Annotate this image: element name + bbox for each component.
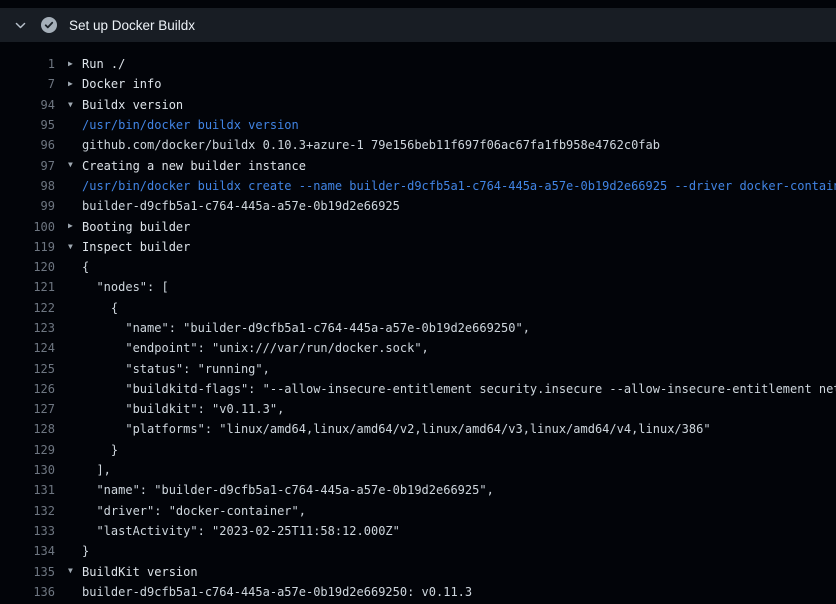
log-text[interactable]: Creating a new builder instance xyxy=(82,159,306,173)
log-line: 120 { xyxy=(0,257,836,277)
log-text: builder-d9cfb5a1-c764-445a-a57e-0b19d2e6… xyxy=(82,585,472,599)
actions-log-page: { "header": { "title": "Set up Docker Bu… xyxy=(0,8,836,604)
log-line: 130 ], xyxy=(0,460,836,480)
line-number[interactable]: 119 xyxy=(0,240,55,254)
log-text: "platforms": "linux/amd64,linux/amd64/v2… xyxy=(82,422,711,436)
log-text: "name": "builder-d9cfb5a1-c764-445a-a57e… xyxy=(82,483,494,497)
line-number[interactable]: 97 xyxy=(0,159,55,173)
log-text: github.com/docker/buildx 0.10.3+azure-1 … xyxy=(82,138,660,152)
step-title: Set up Docker Buildx xyxy=(69,18,195,33)
line-number[interactable]: 94 xyxy=(0,98,55,112)
line-number[interactable]: 129 xyxy=(0,443,55,457)
log-text: "buildkit": "v0.11.3", xyxy=(82,402,284,416)
log-line[interactable]: 135 ▼ BuildKit version xyxy=(0,561,836,581)
log-text[interactable]: Inspect builder xyxy=(82,240,190,254)
log-line: 129 } xyxy=(0,440,836,460)
chevron-down-icon[interactable] xyxy=(14,19,27,32)
line-number[interactable]: 131 xyxy=(0,483,55,497)
log-line[interactable]: 119 ▼ Inspect builder xyxy=(0,237,836,257)
log-text: "lastActivity": "2023-02-25T11:58:12.000… xyxy=(82,524,400,538)
log-text: } xyxy=(82,544,89,558)
log-text: /usr/bin/docker buildx version xyxy=(82,118,299,132)
line-number[interactable]: 133 xyxy=(0,524,55,538)
log-text: builder-d9cfb5a1-c764-445a-a57e-0b19d2e6… xyxy=(82,199,400,213)
log-text[interactable]: BuildKit version xyxy=(82,565,198,579)
expanded-group-marker-icon[interactable]: ▼ xyxy=(55,95,82,115)
line-number[interactable]: 100 xyxy=(0,220,55,234)
log-line: 125 "status": "running", xyxy=(0,358,836,378)
line-number[interactable]: 128 xyxy=(0,422,55,436)
collapsed-group-marker-icon[interactable]: ▶ xyxy=(55,216,82,236)
collapsed-group-marker-icon[interactable]: ▶ xyxy=(55,74,82,94)
line-number[interactable]: 95 xyxy=(0,118,55,132)
log-line: 128 "platforms": "linux/amd64,linux/amd6… xyxy=(0,419,836,439)
log-line: 133 "lastActivity": "2023-02-25T11:58:12… xyxy=(0,521,836,541)
line-number[interactable]: 1 xyxy=(0,57,55,71)
log-line[interactable]: 97 ▼ Creating a new builder instance xyxy=(0,155,836,175)
line-number[interactable]: 96 xyxy=(0,138,55,152)
line-number[interactable]: 123 xyxy=(0,321,55,335)
log-text[interactable]: Booting builder xyxy=(82,220,190,234)
line-number[interactable]: 7 xyxy=(0,77,55,91)
log-line: 134 } xyxy=(0,541,836,561)
log-line: 122 { xyxy=(0,298,836,318)
log-line: 126 "buildkitd-flags": "--allow-insecure… xyxy=(0,379,836,399)
log-text[interactable]: Run ./ xyxy=(82,57,125,71)
log-text: "nodes": [ xyxy=(82,280,169,294)
log-text: "buildkitd-flags": "--allow-insecure-ent… xyxy=(82,382,836,396)
log-line: 132 "driver": "docker-container", xyxy=(0,501,836,521)
line-number[interactable]: 132 xyxy=(0,504,55,518)
expanded-group-marker-icon[interactable]: ▼ xyxy=(55,561,82,581)
log-line: 96 github.com/docker/buildx 0.10.3+azure… xyxy=(0,135,836,155)
log-text: "endpoint": "unix:///var/run/docker.sock… xyxy=(82,341,429,355)
log-line: 99 builder-d9cfb5a1-c764-445a-a57e-0b19d… xyxy=(0,196,836,216)
log-line[interactable]: 1 ▶ Run ./ xyxy=(0,54,836,74)
log-line: 136 builder-d9cfb5a1-c764-445a-a57e-0b19… xyxy=(0,582,836,602)
step-header-set-up-docker-buildx[interactable]: Set up Docker Buildx xyxy=(0,8,836,42)
log-text[interactable]: Buildx version xyxy=(82,98,183,112)
log-line: 121 "nodes": [ xyxy=(0,277,836,297)
log-line: 98 /usr/bin/docker buildx create --name … xyxy=(0,176,836,196)
log-text: /usr/bin/docker buildx create --name bui… xyxy=(82,179,836,193)
line-number[interactable]: 130 xyxy=(0,463,55,477)
log-text: "status": "running", xyxy=(82,362,270,376)
expanded-group-marker-icon[interactable]: ▼ xyxy=(55,237,82,257)
log-text: } xyxy=(82,443,118,457)
line-number[interactable]: 122 xyxy=(0,301,55,315)
log-line: 95 /usr/bin/docker buildx version xyxy=(0,115,836,135)
log-text: ], xyxy=(82,463,111,477)
line-number[interactable]: 99 xyxy=(0,199,55,213)
log-text[interactable]: Docker info xyxy=(82,77,161,91)
log-text: "driver": "docker-container", xyxy=(82,504,306,518)
log-line: 127 "buildkit": "v0.11.3", xyxy=(0,399,836,419)
log-line[interactable]: 100 ▶ Booting builder xyxy=(0,216,836,236)
log-text: { xyxy=(82,301,118,315)
collapsed-group-marker-icon[interactable]: ▶ xyxy=(55,54,82,74)
log-line: 123 "name": "builder-d9cfb5a1-c764-445a-… xyxy=(0,318,836,338)
line-number[interactable]: 135 xyxy=(0,565,55,579)
line-number[interactable]: 127 xyxy=(0,402,55,416)
check-circle-icon xyxy=(41,17,57,33)
expanded-group-marker-icon[interactable]: ▼ xyxy=(55,155,82,175)
line-number[interactable]: 121 xyxy=(0,280,55,294)
log-line: 131 "name": "builder-d9cfb5a1-c764-445a-… xyxy=(0,480,836,500)
log-text: "name": "builder-d9cfb5a1-c764-445a-a57e… xyxy=(82,321,530,335)
log-text: { xyxy=(82,260,89,274)
log-lines: 1 ▶ Run ./ 7 ▶ Docker info 94 ▼ Buildx v… xyxy=(0,42,836,602)
line-number[interactable]: 126 xyxy=(0,382,55,396)
line-number[interactable]: 124 xyxy=(0,341,55,355)
log-line[interactable]: 7 ▶ Docker info xyxy=(0,74,836,94)
line-number[interactable]: 134 xyxy=(0,544,55,558)
line-number[interactable]: 125 xyxy=(0,362,55,376)
line-number[interactable]: 98 xyxy=(0,179,55,193)
log-line[interactable]: 94 ▼ Buildx version xyxy=(0,95,836,115)
line-number[interactable]: 136 xyxy=(0,585,55,599)
line-number[interactable]: 120 xyxy=(0,260,55,274)
log-line: 124 "endpoint": "unix:///var/run/docker.… xyxy=(0,338,836,358)
